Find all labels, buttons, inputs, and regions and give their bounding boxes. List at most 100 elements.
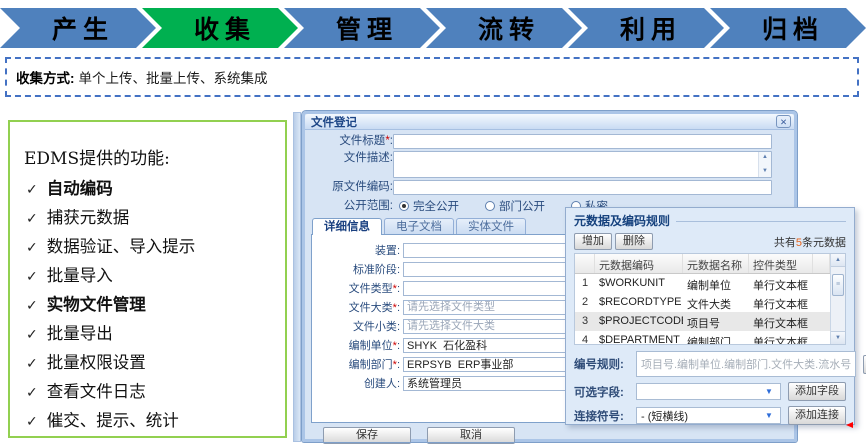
process-step-管理: 管理 <box>284 8 440 48</box>
textarea-scrollbar[interactable]: ▲▼ <box>758 152 771 177</box>
process-step-label: 产生 <box>42 10 114 46</box>
field-label-colon: : <box>397 378 400 390</box>
text-field-标准阶段[interactable] <box>403 262 566 277</box>
cell-name: 编制部门 <box>683 331 749 345</box>
list-item: ✓捕获元数据 <box>24 204 277 233</box>
cell-blank <box>813 331 830 345</box>
check-icon: ✓ <box>26 176 38 204</box>
scrollbar-track[interactable] <box>831 267 845 274</box>
form-row: 原文件编码: <box>313 180 772 195</box>
dialog-top-fields: 文件标题*:文件描述:▲▼原文件编码:公开范围:完全公开部门公开私密 <box>305 130 794 217</box>
field-label-text: 装置 <box>375 245 397 257</box>
scroll-up-icon[interactable]: ▲ <box>759 152 771 163</box>
text-field-创建人[interactable] <box>403 376 566 391</box>
text-field-编制单位[interactable] <box>403 338 566 353</box>
radio-label: 部门公开 <box>499 198 545 214</box>
field-label: 文件类型*: <box>312 280 400 296</box>
feature-text: 批量导出 <box>47 320 113 348</box>
cell-code: $WORKUNIT <box>595 274 683 293</box>
scroll-thumb[interactable]: ≡ <box>832 274 844 296</box>
cell-control: 单行文本框 <box>749 293 813 312</box>
field-label-colon: : <box>397 245 400 257</box>
cell-index: 2 <box>575 293 595 312</box>
text-field-文件类型[interactable] <box>403 281 566 296</box>
field-label-text: 文件标题 <box>339 135 385 147</box>
header-cell: 元数据编码 <box>595 254 683 273</box>
table-row[interactable]: 2$RECORDTYPE文件大类单行文本框 <box>575 293 830 312</box>
list-item: ✓ 查看文件日志 <box>24 378 277 407</box>
field-label-colon: : <box>397 359 400 371</box>
scrollbar-track-lower[interactable] <box>831 296 845 331</box>
text-field-编制部门[interactable] <box>403 357 566 372</box>
window-edge-strip <box>293 112 301 442</box>
feature-text: 批量权限设置 <box>47 349 146 377</box>
edms-feature-list: ✓自动编码✓捕获元数据✓数据验证、导入提示✓批量导入✓实物文件管理✓批量导出✓批… <box>24 175 277 436</box>
radio-option-部门公开[interactable]: 部门公开 <box>485 198 545 214</box>
process-step-利用: 利用 <box>568 8 724 48</box>
cell-blank <box>813 293 830 312</box>
description-field[interactable] <box>394 152 758 177</box>
radio-icon[interactable] <box>485 201 495 211</box>
red-mark <box>846 422 853 428</box>
header-cell-index <box>575 254 595 273</box>
chevron-down-icon[interactable]: ▼ <box>762 411 776 420</box>
add-button[interactable]: 增加 <box>574 233 612 250</box>
list-item: ✓批量导入 <box>24 262 277 291</box>
rule-label: 可选字段: <box>574 384 636 400</box>
field-label-colon: : <box>397 321 400 333</box>
header-cell: 控件类型 <box>749 254 813 273</box>
dialog-titlebar: 文件登记 ✕ <box>305 114 794 130</box>
collection-method-box: 收集方式: 单个上传、批量上传、系统集成 <box>5 57 859 97</box>
cell-code: $DEPARTMENT <box>595 331 683 345</box>
field-label: 编制单位*: <box>312 337 400 353</box>
text-field-文件小类[interactable] <box>403 319 566 334</box>
field-label-text: 文件描述 <box>344 152 390 164</box>
cell-name: 文件大类 <box>683 293 749 312</box>
process-step-label: 流转 <box>468 10 540 46</box>
close-icon[interactable]: ✕ <box>776 115 791 128</box>
cell-control: 单行文本框 <box>749 274 813 293</box>
visibility-label: 公开范围: <box>313 199 393 214</box>
rule-input-field[interactable]: 项目号.编制单位.编制部门.文件大类.流水号 <box>636 351 856 377</box>
table-header-row: 元数据编码元数据名称控件类型 <box>575 254 830 274</box>
cell-index: 3 <box>575 312 595 331</box>
field-label-colon: : <box>397 340 400 352</box>
button-添加字段[interactable]: 添加字段 <box>788 382 846 401</box>
cell-blank <box>813 312 830 331</box>
table-row[interactable]: 1$WORKUNIT编制单位单行文本框 <box>575 274 830 293</box>
feature-text: 催交、提示、统计 <box>47 407 179 435</box>
tab-详细信息[interactable]: 详细信息 <box>312 218 382 235</box>
text-field-文件标题[interactable] <box>393 134 772 149</box>
text-field-装置[interactable] <box>403 243 566 258</box>
radio-option-完全公开[interactable]: 完全公开 <box>399 198 459 214</box>
dropdown-field[interactable]: - (短横线)▼ <box>636 407 781 424</box>
scroll-down-icon[interactable]: ▼ <box>759 166 771 177</box>
text-field-文件大类[interactable] <box>403 300 566 315</box>
radio-icon[interactable] <box>399 201 409 211</box>
chevron-down-icon[interactable]: ▼ <box>762 387 776 396</box>
button-添加连接[interactable]: 添加连接 <box>788 406 846 425</box>
table-row[interactable]: 4$DEPARTMENT编制部门单行文本框 <box>575 331 830 345</box>
cell-control: 单行文本框 <box>749 331 813 345</box>
table-scrollbar[interactable]: ▲ ≡ ▼ <box>830 254 845 344</box>
rule-label: 连接符号: <box>574 408 636 424</box>
table-row[interactable]: 3$PROJECTCODE项目号单行文本框 <box>575 312 830 331</box>
tab-实体文件[interactable]: 实体文件 <box>456 218 526 234</box>
dropdown-field[interactable]: ▼ <box>636 383 781 400</box>
process-step-label: 管理 <box>326 10 398 46</box>
scroll-up-icon[interactable]: ▲ <box>831 254 845 267</box>
save-button[interactable]: 保存 <box>323 427 411 444</box>
dialog-footer: 保存取消 <box>305 423 794 444</box>
process-step-label: 归档 <box>752 10 824 46</box>
check-icon: ✓ <box>26 379 38 407</box>
feature-text: 查看文件日志 <box>47 378 146 406</box>
field-label: 文件标题*: <box>313 134 393 149</box>
text-field-原文件编码[interactable] <box>393 180 772 195</box>
cell-blank <box>813 274 830 293</box>
process-step-label: 收集 <box>184 10 256 46</box>
delete-button[interactable]: 删除 <box>615 233 653 250</box>
check-icon: ✓ <box>26 234 38 262</box>
cancel-button[interactable]: 取消 <box>427 427 515 444</box>
scroll-down-icon[interactable]: ▼ <box>831 331 845 344</box>
tab-电子文档[interactable]: 电子文档 <box>384 218 454 234</box>
